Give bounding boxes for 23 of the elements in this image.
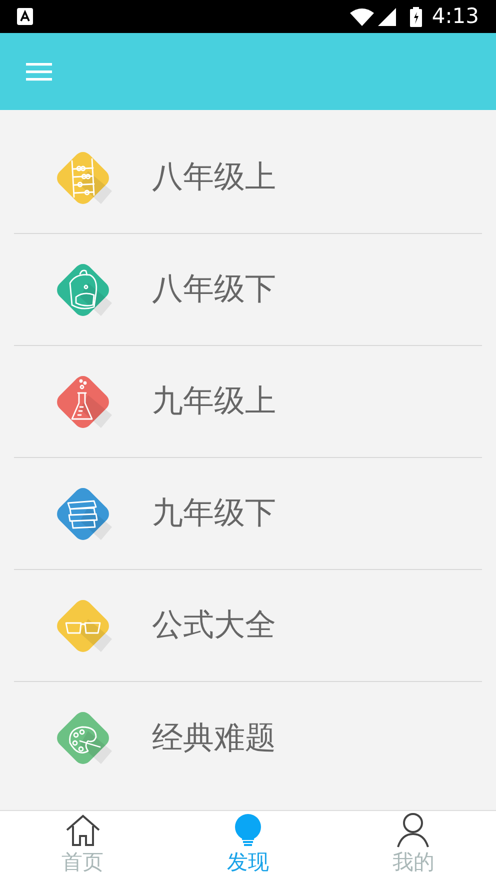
category-item[interactable]: 公式大全	[14, 570, 482, 682]
category-label: 八年级下	[152, 270, 276, 310]
nav-tab[interactable]: 发现	[165, 811, 331, 880]
wifi-icon	[350, 8, 374, 26]
category-item[interactable]: 八年级下	[14, 234, 482, 346]
category-label: 公式大全	[152, 606, 276, 646]
person-icon	[396, 812, 430, 848]
home-icon	[64, 814, 101, 848]
category-label: 九年级上	[152, 382, 276, 422]
category-item[interactable]: 九年级下	[14, 458, 482, 570]
category-item[interactable]: 九年级上	[14, 346, 482, 458]
category-item[interactable]: 八年级上	[14, 122, 482, 234]
menu-icon	[26, 62, 52, 80]
category-label: 经典难题	[152, 718, 276, 758]
status-time: 4:13	[432, 6, 479, 27]
category-label: 八年级上	[152, 158, 276, 198]
battery-icon	[410, 6, 422, 26]
category-item[interactable]: 经典难题	[14, 682, 482, 794]
notification-icon	[17, 8, 33, 25]
lightbulb-icon	[232, 814, 263, 848]
signal-icon	[378, 8, 398, 26]
menu-button[interactable]	[26, 62, 52, 82]
category-label: 九年级下	[152, 494, 276, 534]
